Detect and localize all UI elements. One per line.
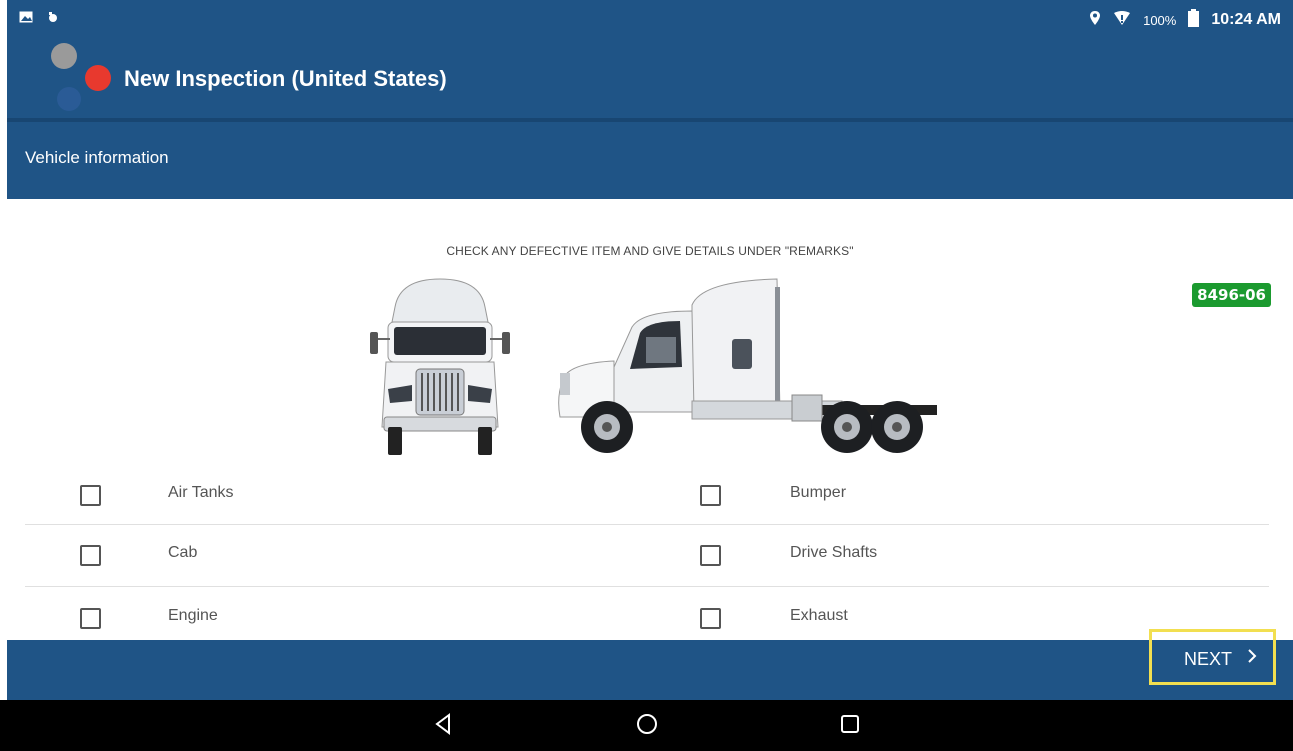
checkbox-engine[interactable] [80, 608, 101, 629]
signal-icon [1113, 10, 1131, 30]
checkbox-bumper[interactable] [700, 485, 721, 506]
battery-icon [1188, 9, 1200, 31]
image-icon [19, 10, 33, 28]
section-header: Vehicle information [7, 122, 1293, 199]
status-bar: 100% 10:24 AM [7, 0, 1293, 38]
battery-percent: 100% [1143, 12, 1177, 28]
checkbox-cab[interactable] [80, 545, 101, 566]
checkbox-air-tanks[interactable] [80, 485, 101, 506]
left-gutter [0, 0, 7, 700]
checkbox-exhaust[interactable] [700, 608, 721, 629]
section-title: Vehicle information [25, 148, 169, 167]
location-icon [1089, 10, 1101, 30]
page-title: New Inspection (United States) [124, 66, 447, 91]
app-bar: New Inspection (United States) [7, 38, 1293, 118]
next-button[interactable]: NEXT [1149, 629, 1276, 685]
truck-front-image [370, 278, 510, 455]
app-logo [51, 43, 115, 111]
chevron-right-icon [1246, 646, 1258, 672]
item-label: Exhaust [790, 607, 848, 624]
item-label: Cab [168, 544, 198, 561]
checkbox-drive-shafts[interactable] [700, 545, 721, 566]
notification-icon [47, 10, 59, 28]
item-label: Bumper [790, 484, 847, 501]
bottom-action-bar: NEXT [7, 629, 1293, 700]
unit-number-badge: 8496-06 [1192, 283, 1271, 307]
recents-icon[interactable] [838, 712, 862, 741]
clock: 10:24 AM [1211, 11, 1281, 28]
truck-side-image [558, 278, 937, 453]
list-item: Air Tanks Bumper [25, 464, 1269, 525]
list-item: Cab Drive Shafts [25, 526, 1269, 587]
home-icon[interactable] [635, 712, 659, 741]
back-icon[interactable] [433, 712, 453, 741]
item-label: Engine [168, 607, 218, 624]
list-item: Engine Exhaust [25, 587, 1269, 640]
item-label: Drive Shafts [790, 544, 878, 561]
item-label: Air Tanks [168, 484, 234, 501]
system-nav-bar [0, 700, 1293, 751]
instruction-text: CHECK ANY DEFECTIVE ITEM AND GIVE DETAIL… [446, 244, 854, 258]
next-label: NEXT [1184, 649, 1233, 669]
inspection-content[interactable]: CHECK ANY DEFECTIVE ITEM AND GIVE DETAIL… [7, 199, 1293, 640]
